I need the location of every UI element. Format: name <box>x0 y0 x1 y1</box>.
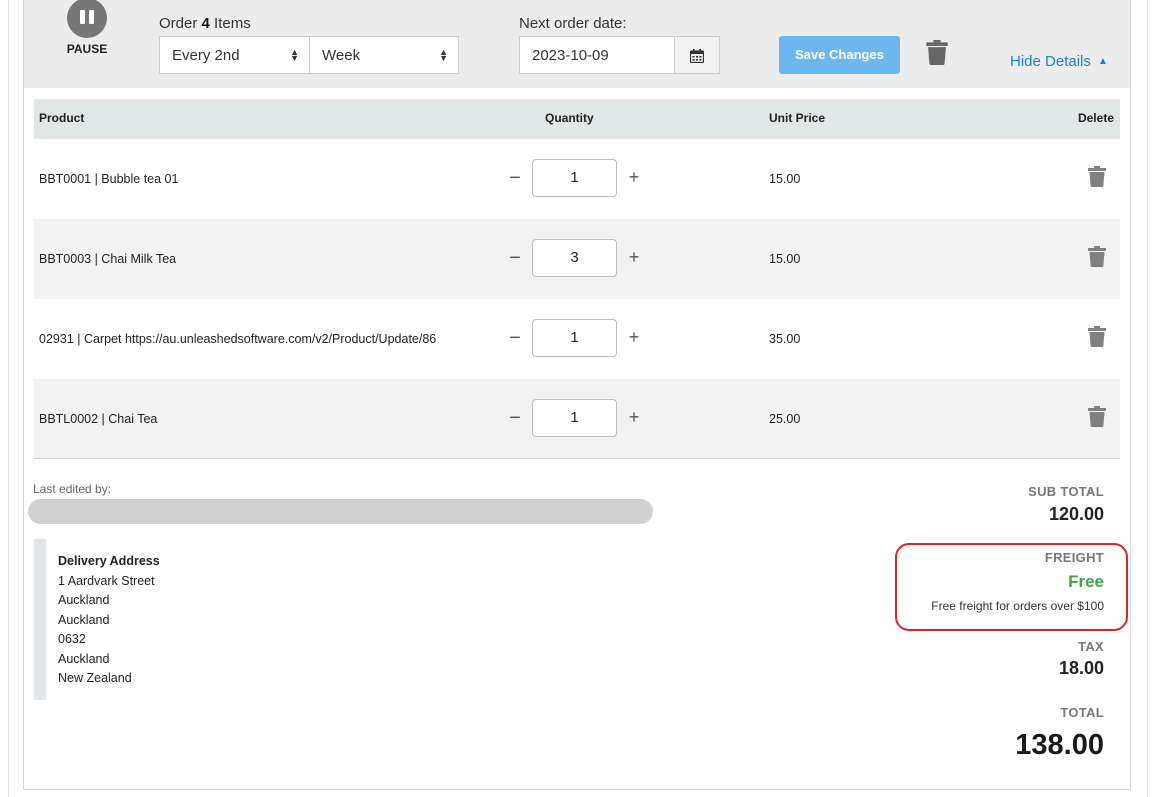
order-header: PAUSE Order 4 Items Every 2nd ▲ ▼ Week ▲ ▼… <box>24 0 1130 88</box>
delete-item-button[interactable] <box>1088 166 1106 190</box>
delivery-address-title: Delivery Address <box>58 554 160 568</box>
frequency-unit-value: Week <box>322 47 361 64</box>
header-unit-price: Unit Price <box>769 111 826 125</box>
save-changes-button[interactable]: Save Changes <box>779 36 900 74</box>
decrease-quantity-button[interactable]: − <box>508 327 522 350</box>
pause-icon <box>80 10 85 24</box>
address-line: Auckland <box>58 612 110 627</box>
tax-label: TAX <box>1078 639 1104 654</box>
product-name: BBT0001 | Bubble tea 01 <box>39 172 179 186</box>
hide-details-label: Hide Details <box>1010 53 1091 70</box>
quantity-input[interactable]: 1 <box>532 159 617 197</box>
pause-label[interactable]: PAUSE <box>60 42 114 56</box>
last-edited-label: Last edited by: <box>33 482 112 496</box>
next-order-date-label: Next order date: <box>519 15 627 32</box>
table-row: BBTL0002 | Chai Tea − 1 + 25.00 <box>34 379 1120 459</box>
calendar-button[interactable] <box>674 36 720 74</box>
pause-button[interactable] <box>67 0 107 38</box>
pause-icon-bar <box>89 10 94 24</box>
quantity-input[interactable]: 1 <box>532 399 617 437</box>
decrease-quantity-button[interactable]: − <box>508 407 522 430</box>
frequency-unit-select[interactable]: Week ▲ ▼ <box>309 36 459 74</box>
table-row: 02931 | Carpet https://au.unleashedsoftw… <box>34 299 1120 379</box>
table-divider <box>34 458 1120 459</box>
header-quantity: Quantity <box>545 111 594 125</box>
unit-price: 25.00 <box>769 412 801 426</box>
decrease-quantity-button[interactable]: − <box>508 247 522 270</box>
frequency-interval-value: Every 2nd <box>172 47 240 64</box>
order-prefix: Order <box>159 15 198 32</box>
header-product: Product <box>39 111 85 125</box>
header-delete: Delete <box>1077 111 1114 125</box>
freight-value: Free <box>1068 572 1104 591</box>
address-accent-bar <box>34 539 46 700</box>
address-line: Auckland <box>58 593 110 607</box>
frequency-interval-select[interactable]: Every 2nd ▲ ▼ <box>159 36 310 74</box>
order-suffix: Items <box>214 15 251 32</box>
select-arrows-icon: ▲ ▼ <box>439 47 448 63</box>
select-arrows-icon: ▲ ▼ <box>290 47 299 63</box>
address-line: Auckland <box>58 651 110 666</box>
subtotal-value: 120.00 <box>1048 504 1104 524</box>
unit-price: 35.00 <box>769 332 801 346</box>
increase-quantity-button[interactable]: + <box>626 327 642 348</box>
increase-quantity-button[interactable]: + <box>626 247 642 268</box>
freight-note: Free freight for orders over $100 <box>931 599 1104 613</box>
delete-item-button[interactable] <box>1088 406 1106 430</box>
product-name: 02931 | Carpet https://au.unleashedsoftw… <box>39 332 437 346</box>
calendar-icon <box>690 49 704 63</box>
next-order-date-input[interactable]: 2023-10-09 <box>519 36 675 74</box>
increase-quantity-button[interactable]: + <box>626 407 642 428</box>
trash-icon <box>1088 246 1106 267</box>
delete-item-button[interactable] <box>1088 246 1106 270</box>
subscription-order-card: PAUSE Order 4 Items Every 2nd ▲ ▼ Week ▲ ▼… <box>23 0 1131 790</box>
table-row: BBT0001 | Bubble tea 01 − 1 + 15.00 <box>34 139 1120 219</box>
last-edited-redacted <box>28 499 653 524</box>
total-value: 138.00 <box>1015 729 1104 761</box>
address-line: 1 Aardvark Street <box>58 573 155 588</box>
trash-icon <box>1088 326 1106 347</box>
quantity-input[interactable]: 3 <box>532 239 617 277</box>
page-right-border <box>1147 0 1148 797</box>
trash-icon <box>1088 406 1106 427</box>
address-line: New Zealand <box>58 671 132 685</box>
freight-label: FREIGHT <box>1044 550 1104 565</box>
subtotal-label: SUB TOTAL <box>1028 484 1104 499</box>
product-table-header: Product Quantity Unit Price Delete <box>34 99 1120 139</box>
trash-icon <box>926 40 948 65</box>
caret-up-icon: ▲ <box>1098 56 1108 67</box>
page-left-border <box>8 0 9 797</box>
hide-details-link[interactable]: Hide Details ▲ <box>1010 53 1108 70</box>
unit-price: 15.00 <box>769 172 801 186</box>
decrease-quantity-button[interactable]: − <box>508 167 522 190</box>
quantity-input[interactable]: 1 <box>532 319 617 357</box>
tax-value: 18.00 <box>1058 658 1104 678</box>
delete-item-button[interactable] <box>1088 326 1106 350</box>
order-items-label: Order 4 Items <box>159 15 251 32</box>
product-name: BBTL0002 | Chai Tea <box>39 412 158 426</box>
increase-quantity-button[interactable]: + <box>626 167 642 188</box>
order-count: 4 <box>201 15 210 32</box>
unit-price: 15.00 <box>769 252 801 266</box>
delivery-address: Delivery Address 1 Aardvark Street Auckl… <box>58 552 160 689</box>
address-line: 0632 <box>58 632 86 646</box>
table-row: BBT0003 | Chai Milk Tea − 3 + 15.00 <box>34 219 1120 299</box>
trash-icon <box>1088 166 1106 187</box>
product-name: BBT0003 | Chai Milk Tea <box>39 252 177 266</box>
total-label: TOTAL <box>1060 705 1104 720</box>
delete-order-button[interactable] <box>926 40 948 70</box>
